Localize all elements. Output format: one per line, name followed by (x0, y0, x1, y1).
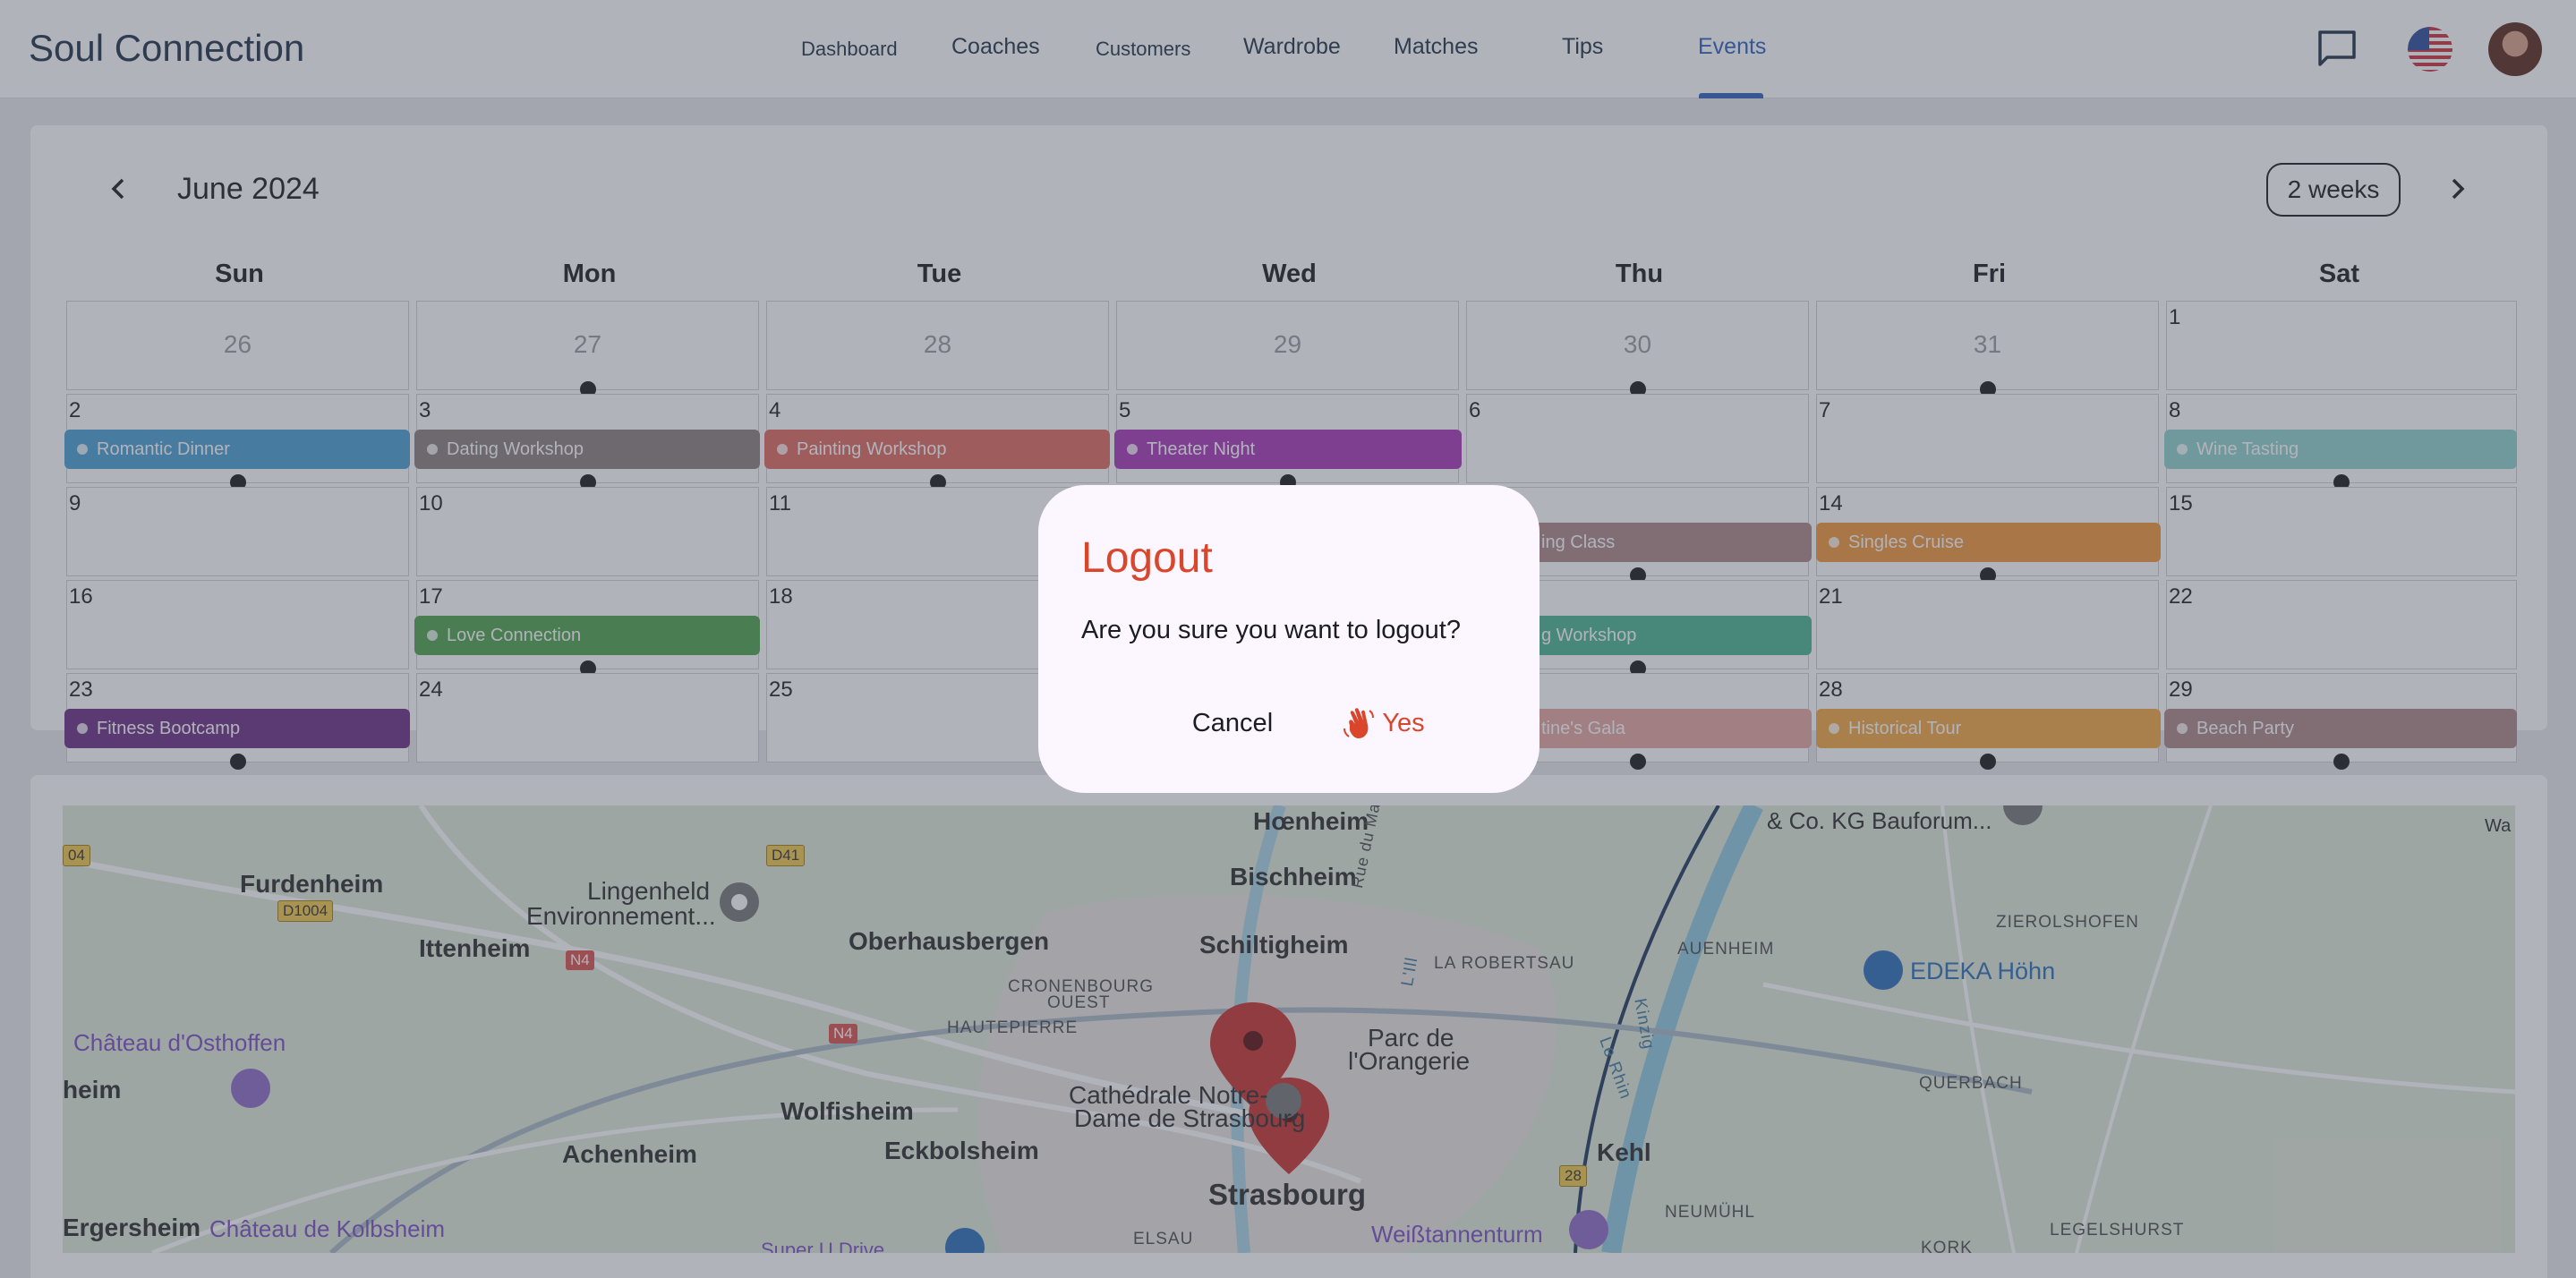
confirm-logout-button[interactable]: Yes (1325, 700, 1441, 746)
cancel-button[interactable]: Cancel (1165, 700, 1300, 746)
logout-dialog: Logout Are you sure you want to logout? … (1038, 485, 1540, 793)
dialog-message: Are you sure you want to logout? (1081, 616, 1461, 644)
confirm-label: Yes (1382, 708, 1425, 737)
dialog-title: Logout (1081, 534, 1213, 582)
waving-hand-icon (1343, 708, 1375, 738)
